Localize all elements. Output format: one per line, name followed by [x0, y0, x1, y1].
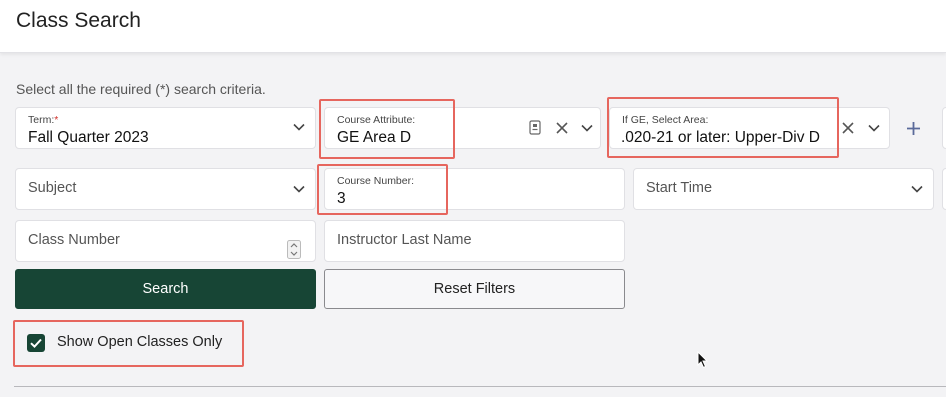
page-header: Class Search [0, 0, 946, 53]
course-number-field[interactable]: Course Number: 3 [324, 168, 625, 210]
chevron-down-icon[interactable] [293, 123, 305, 132]
chevron-down-icon[interactable] [581, 124, 593, 133]
course-attribute-label: Course Attribute: [337, 114, 416, 126]
ge-area-select[interactable]: If GE, Select Area: .020-21 or later: Up… [609, 107, 890, 149]
chevron-down-icon[interactable] [868, 124, 880, 133]
reset-filters-button[interactable]: Reset Filters [324, 269, 625, 309]
checkmark-icon [30, 338, 42, 349]
term-value: Fall Quarter 2023 [28, 129, 149, 146]
instructor-last-name-placeholder: Instructor Last Name [337, 232, 472, 248]
ge-area-label: If GE, Select Area: [622, 114, 709, 126]
search-button[interactable]: Search [15, 269, 316, 309]
partial-field-edge [942, 107, 946, 149]
plus-icon[interactable] [906, 121, 921, 136]
partial-field-edge [942, 168, 946, 210]
chevron-down-icon[interactable] [911, 185, 923, 194]
instructor-last-name-field[interactable]: Instructor Last Name [324, 220, 625, 262]
divider [14, 386, 946, 387]
document-icon [529, 120, 541, 135]
page-title: Class Search [16, 9, 141, 32]
start-time-select[interactable]: Start Time [633, 168, 934, 210]
mouse-cursor-icon [697, 351, 709, 369]
ge-area-value: .020-21 or later: Upper-Div D [621, 129, 820, 146]
course-number-value: 3 [337, 190, 346, 207]
spinner-arrows-icon[interactable] [287, 240, 301, 259]
instructions-text: Select all the required (*) search crite… [16, 81, 266, 97]
term-select[interactable]: Term:* Fall Quarter 2023 [15, 107, 316, 149]
course-number-label: Course Number: [337, 175, 415, 187]
subject-select[interactable]: Subject [15, 168, 316, 210]
class-number-field[interactable]: Class Number [15, 220, 316, 262]
chevron-down-icon[interactable] [293, 185, 305, 194]
course-attribute-value: GE Area D [337, 129, 412, 146]
show-open-classes-checkbox[interactable] [27, 334, 45, 352]
subject-placeholder: Subject [28, 180, 77, 196]
course-attribute-select[interactable]: Course Attribute: GE Area D [324, 107, 601, 149]
clear-x-icon[interactable] [842, 122, 854, 134]
required-marker: * [54, 114, 59, 126]
clear-x-icon[interactable] [556, 122, 568, 134]
start-time-placeholder: Start Time [646, 180, 713, 196]
term-label: Term: [28, 114, 55, 126]
show-open-classes-label[interactable]: Show Open Classes Only [57, 334, 222, 350]
class-number-placeholder: Class Number [28, 232, 120, 248]
